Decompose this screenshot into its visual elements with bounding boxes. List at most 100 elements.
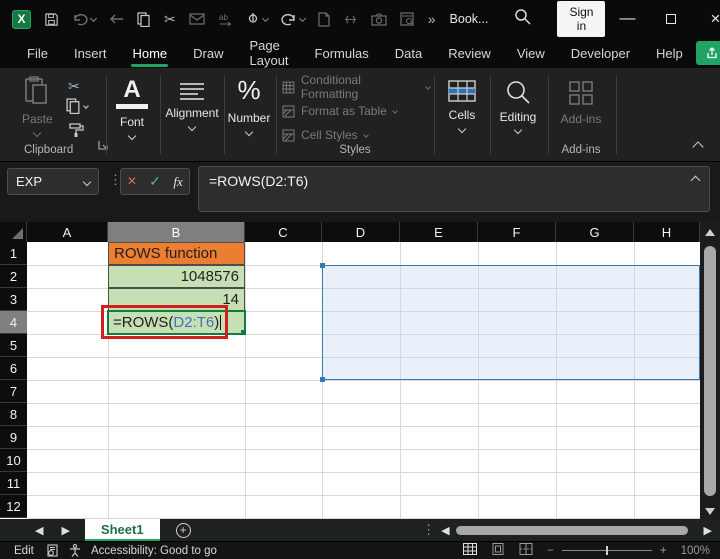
page-layout-view-icon[interactable]	[491, 543, 505, 558]
zoom-slider-thumb[interactable]	[605, 546, 608, 555]
paste-icon	[25, 76, 48, 104]
scroll-down-icon[interactable]	[705, 508, 715, 515]
sheet-tab-sheet1[interactable]: Sheet1	[84, 519, 160, 541]
copy-button[interactable]	[66, 98, 89, 114]
search-icon[interactable]	[514, 8, 531, 30]
formula-input[interactable]: =ROWS(D2:T6)	[198, 166, 710, 212]
row-header-7[interactable]: 7	[0, 380, 27, 403]
scroll-up-icon[interactable]	[705, 229, 715, 236]
previous-sheet-icon[interactable]: ◀	[26, 524, 52, 537]
row-header-5[interactable]: 5	[0, 334, 27, 357]
row-header-9[interactable]: 9	[0, 426, 27, 449]
tab-help[interactable]: Help	[643, 40, 696, 67]
scroll-right-icon[interactable]: ▶	[696, 524, 720, 537]
sheetbar-more-icon[interactable]: ⋮	[422, 522, 435, 538]
row-header-6[interactable]: 6	[0, 357, 27, 380]
column-header-g[interactable]: G	[556, 222, 634, 242]
share-button[interactable]: Share	[695, 41, 720, 65]
row-header-8[interactable]: 8	[0, 403, 27, 426]
alignment-icon	[180, 83, 204, 100]
ribbon: Paste ✂ Clipboard A Font Alignment % Num…	[0, 68, 720, 162]
name-box[interactable]: EXP	[7, 168, 99, 195]
collapse-ribbon-icon[interactable]	[692, 141, 704, 153]
row-header-10[interactable]: 10	[0, 449, 27, 472]
normal-view-icon[interactable]	[463, 543, 478, 558]
paste-dropdown-icon	[33, 128, 42, 138]
tab-insert[interactable]: Insert	[61, 40, 120, 67]
row-header-12[interactable]: 12	[0, 495, 27, 518]
vertical-scrollbar-thumb[interactable]	[704, 246, 716, 496]
tab-view[interactable]: View	[504, 40, 558, 67]
tab-review[interactable]: Review	[435, 40, 504, 67]
cell-b1[interactable]: ROWS function	[108, 242, 245, 265]
save-icon[interactable]	[44, 12, 59, 27]
column-header-c[interactable]: C	[245, 222, 322, 242]
fill-handle[interactable]	[241, 330, 246, 335]
row-header-4[interactable]: 4	[0, 311, 27, 334]
zoom-in-icon[interactable]: +	[660, 545, 667, 557]
zoom-slider[interactable]: − +	[547, 545, 666, 557]
touch-mode-dropdown-icon[interactable]	[261, 14, 269, 22]
collapse-formula-bar-icon[interactable]	[690, 175, 701, 186]
next-sheet-icon[interactable]: ▶	[52, 524, 78, 537]
maximize-button[interactable]	[649, 0, 693, 38]
horizontal-scrollbar-thumb[interactable]	[455, 525, 688, 535]
row-header-3[interactable]: 3	[0, 288, 27, 311]
excel-logo-icon[interactable]: X	[12, 9, 31, 29]
horizontal-scrollbar[interactable]	[455, 525, 696, 535]
spreadsheet-grid[interactable]: A B C D E F G H 1 2 3 4 5 6 7 8 9 10 11 …	[0, 222, 720, 519]
accessibility-status[interactable]: Accessibility: Good to go	[91, 545, 217, 557]
column-header-h[interactable]: H	[634, 222, 700, 242]
redo-dropdown-icon[interactable]	[298, 14, 306, 22]
column-header-f[interactable]: F	[478, 222, 556, 242]
vertical-scrollbar[interactable]	[700, 222, 720, 519]
copy-icon[interactable]	[137, 11, 151, 27]
row-header-11[interactable]: 11	[0, 472, 27, 495]
alignment-group[interactable]: Alignment	[160, 72, 222, 161]
cancel-icon[interactable]: ×	[127, 173, 136, 191]
scroll-left-icon[interactable]: ◀	[435, 524, 455, 537]
redo-icon[interactable]	[281, 12, 306, 26]
column-header-b[interactable]: B	[108, 222, 245, 242]
accessibility-icon[interactable]	[69, 544, 81, 557]
cells-group-label: Cells	[448, 108, 476, 122]
page-break-preview-icon[interactable]	[519, 543, 533, 558]
cell-b2[interactable]: 1048576	[108, 265, 245, 288]
editing-group[interactable]: Editing	[490, 72, 546, 161]
cells-group[interactable]: Cells	[436, 72, 488, 161]
tab-formulas[interactable]: Formulas	[302, 40, 382, 67]
tab-file[interactable]: File	[14, 40, 61, 67]
column-header-d[interactable]: D	[322, 222, 400, 242]
column-header-a[interactable]: A	[27, 222, 108, 242]
insert-function-icon[interactable]: fx	[173, 174, 182, 190]
zoom-level[interactable]: 100%	[681, 545, 710, 557]
tab-home[interactable]: Home	[119, 40, 180, 67]
selection-handle-bottom-left[interactable]	[320, 377, 325, 382]
cut-icon[interactable]: ✂	[164, 12, 176, 26]
close-button[interactable]: ×	[693, 0, 720, 38]
row-header-1[interactable]: 1	[0, 242, 27, 265]
selected-range-d2-t6[interactable]	[320, 263, 700, 382]
selection-handle-top-left[interactable]	[320, 263, 325, 268]
font-group[interactable]: A Font	[106, 72, 158, 161]
touch-mode-icon[interactable]	[247, 12, 269, 27]
minimize-button[interactable]: —	[605, 0, 649, 38]
tab-draw[interactable]: Draw	[180, 40, 236, 67]
styles-group: Conditional Formatting Format as Table C…	[280, 72, 431, 161]
number-group[interactable]: % Number	[224, 72, 274, 161]
sign-in-button[interactable]: Sign in	[557, 1, 606, 37]
tab-data[interactable]: Data	[382, 40, 435, 67]
cut-button[interactable]: ✂	[68, 78, 80, 95]
qat-overflow-icon[interactable]: »	[428, 12, 436, 26]
enter-icon[interactable]: ✓	[149, 173, 161, 190]
format-painter-button[interactable]	[68, 122, 84, 143]
new-sheet-button[interactable]: +	[175, 522, 191, 538]
copy-icon	[66, 98, 80, 114]
row-header-2[interactable]: 2	[0, 265, 27, 288]
column-header-e[interactable]: E	[400, 222, 478, 242]
tab-developer[interactable]: Developer	[558, 40, 643, 67]
zoom-out-icon[interactable]: −	[547, 545, 554, 557]
macro-record-icon[interactable]	[46, 544, 59, 557]
conditional-formatting-button: Conditional Formatting	[282, 73, 431, 101]
select-all-corner[interactable]	[0, 222, 27, 242]
